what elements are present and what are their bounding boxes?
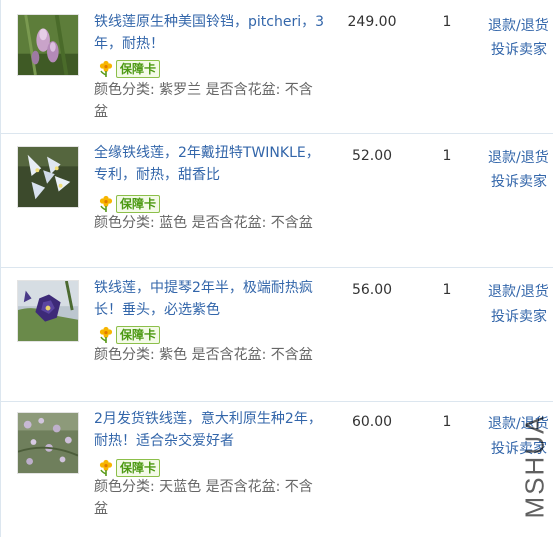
- refund-return-link[interactable]: 退款/退货: [488, 413, 549, 435]
- product-attributes: 颜色分类: 蓝色 是否含花盆: 不含盆: [94, 215, 313, 231]
- complain-seller-link[interactable]: 投诉卖家: [491, 171, 547, 193]
- order-item-row: 2月发货铁线莲，意大利原生种2年，耐热！适合杂交爱好者 保障卡 颜色分类: 天蓝…: [1, 402, 553, 537]
- product-attributes: 颜色分类: 紫色 是否含花盆: 不含盆: [94, 347, 313, 363]
- clematis-viola-photo-icon: [18, 281, 78, 341]
- product-thumbnail[interactable]: [17, 14, 79, 76]
- complain-seller-link[interactable]: 投诉卖家: [491, 306, 547, 328]
- product-title-link[interactable]: 全缘铁线莲，2年戴扭特TWINKLE，专利，耐热，甜香比: [94, 142, 324, 186]
- item-price: 249.00: [347, 14, 397, 30]
- refund-return-link[interactable]: 退款/退货: [488, 15, 549, 37]
- product-attributes: 颜色分类: 天蓝色 是否含花盆: 不含盆: [94, 479, 313, 517]
- complain-seller-link[interactable]: 投诉卖家: [491, 438, 547, 460]
- product-attributes: 颜色分类: 紫罗兰 是否含花盆: 不含盆: [94, 82, 313, 120]
- order-item-row: 铁线莲原生种美国铃铛，pitcheri，3年，耐热！ 保障卡 颜色分类: 紫罗兰…: [1, 0, 553, 134]
- item-price: 60.00: [351, 414, 393, 430]
- guarantee-card-badge[interactable]: 保障卡: [97, 459, 161, 477]
- item-quantity: 1: [442, 282, 452, 298]
- item-price: 56.00: [351, 282, 393, 298]
- clematis-viticella-photo-icon: [18, 413, 78, 473]
- item-quantity: 1: [442, 414, 452, 430]
- guarantee-flower-icon: [99, 459, 113, 476]
- guarantee-card-label: 保障卡: [116, 326, 161, 344]
- refund-return-link[interactable]: 退款/退货: [488, 281, 549, 303]
- guarantee-card-label: 保障卡: [116, 195, 161, 213]
- product-title-link[interactable]: 铁线莲，中提琴2年半，极端耐热疯长！垂头，必选紫色: [94, 277, 324, 321]
- item-quantity: 1: [442, 148, 452, 164]
- order-item-row: 铁线莲，中提琴2年半，极端耐热疯长！垂头，必选紫色 保障卡 颜色分类: 紫色 是…: [1, 268, 553, 402]
- product-title-link[interactable]: 铁线莲原生种美国铃铛，pitcheri，3年，耐热！: [94, 11, 324, 55]
- product-title-link[interactable]: 2月发货铁线莲，意大利原生种2年，耐热！适合杂交爱好者: [94, 408, 324, 452]
- clematis-pitcheri-photo-icon: [18, 15, 78, 75]
- guarantee-flower-icon: [99, 60, 113, 77]
- guarantee-card-label: 保障卡: [116, 459, 161, 477]
- guarantee-card-badge[interactable]: 保障卡: [97, 326, 161, 344]
- refund-return-link[interactable]: 退款/退货: [488, 147, 549, 169]
- item-quantity: 1: [442, 14, 452, 30]
- guarantee-card-badge[interactable]: 保障卡: [97, 195, 161, 213]
- clematis-twinkle-photo-icon: [18, 147, 78, 207]
- order-items-table: 铁线莲原生种美国铃铛，pitcheri，3年，耐热！ 保障卡 颜色分类: 紫罗兰…: [0, 0, 553, 537]
- guarantee-card-label: 保障卡: [116, 60, 161, 78]
- item-price: 52.00: [351, 148, 393, 164]
- order-item-row: 全缘铁线莲，2年戴扭特TWINKLE，专利，耐热，甜香比 保障卡 颜色分类: 蓝…: [1, 134, 553, 268]
- guarantee-flower-icon: [99, 195, 113, 212]
- product-thumbnail[interactable]: [17, 280, 79, 342]
- product-thumbnail[interactable]: [17, 412, 79, 474]
- product-thumbnail[interactable]: [17, 146, 79, 208]
- complain-seller-link[interactable]: 投诉卖家: [491, 39, 547, 61]
- guarantee-card-badge[interactable]: 保障卡: [97, 60, 161, 78]
- guarantee-flower-icon: [99, 326, 113, 343]
